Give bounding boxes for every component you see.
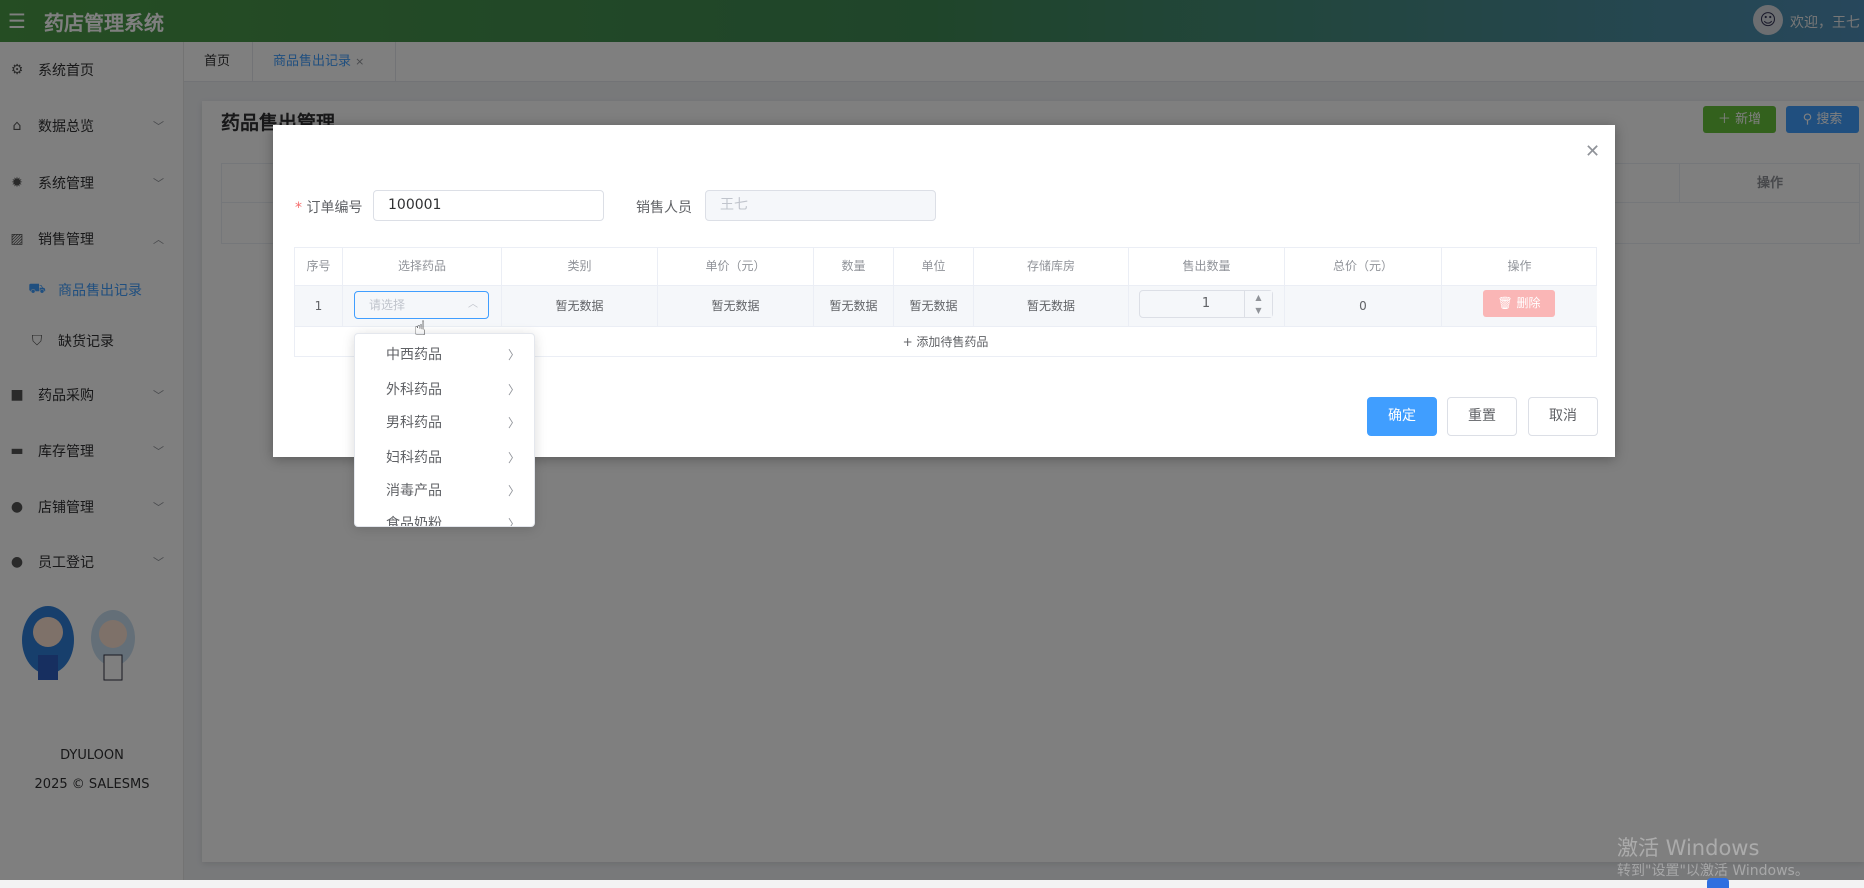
quantity-stepper[interactable]: 1 ▲ ▼ [1139, 290, 1273, 318]
delete-label: 删除 [1516, 296, 1541, 310]
option-label: 外科药品 [386, 382, 442, 398]
chevron-right-icon: 〉 [507, 517, 520, 527]
option-label: 男科药品 [386, 415, 442, 431]
label-text: 订单编号 [306, 200, 363, 216]
chevron-up-icon: ︿ [468, 299, 478, 310]
column-header: 售出数量 [1129, 248, 1285, 285]
dropdown-option[interactable]: 妇科药品 〉 [355, 441, 534, 475]
category-cell: 暂无数据 [502, 285, 658, 326]
option-label: 妇科药品 [386, 450, 442, 466]
column-header: 类别 [502, 248, 658, 285]
windows-watermark-sub: 转到"设置"以激活 Windows。 [1617, 863, 1809, 879]
unit-cell: 暂无数据 [894, 285, 974, 326]
decrease-icon[interactable]: ▼ [1245, 304, 1272, 317]
reset-button[interactable]: 重置 [1447, 397, 1517, 436]
increase-icon[interactable]: ▲ [1245, 291, 1272, 304]
column-header: 存储库房 [974, 248, 1129, 285]
chevron-right-icon: 〉 [507, 484, 520, 498]
chevron-right-icon: 〉 [507, 383, 520, 397]
dropdown-option[interactable]: 外科药品 〉 [355, 373, 534, 407]
medicine-select[interactable]: 请选择 ︿ [354, 291, 489, 319]
column-header: 数量 [814, 248, 894, 285]
column-header: 选择药品 [343, 248, 502, 285]
column-header: 操作 [1507, 259, 1532, 273]
seller-label: 销售人员 [636, 200, 692, 216]
windows-watermark: 激活 Windows [1617, 836, 1760, 860]
confirm-button[interactable]: 确定 [1367, 397, 1437, 436]
hand-cursor-icon: ☝ [414, 316, 427, 340]
stepper-arrows[interactable]: ▲ ▼ [1244, 291, 1272, 317]
trash-icon: 🗑 [1497, 296, 1513, 310]
column-header: 单位 [894, 248, 974, 285]
quantity-value: 1 [1201, 296, 1211, 311]
chevron-right-icon: 〉 [507, 416, 520, 430]
option-label: 中西药品 [386, 347, 442, 363]
dropdown-option[interactable]: 消毒产品 〉 [355, 474, 534, 508]
chevron-right-icon: 〉 [507, 451, 520, 465]
column-header: 单价（元） [658, 248, 814, 285]
row-index: 1 [295, 285, 343, 326]
stock-cell: 暂无数据 [814, 285, 894, 326]
dropdown-option[interactable]: 食品奶粉 〉 [355, 507, 534, 527]
seller-input: 王七 [705, 190, 936, 221]
delete-button[interactable]: 🗑 删除 [1483, 290, 1555, 317]
order-number-input[interactable]: 100001 [373, 190, 604, 221]
category-dropdown: 中西药品〉 外科药品〉 男科药品〉 妇科药品〉 消毒产品〉 食品奶粉〉 [354, 333, 535, 527]
column-header: 序号 [295, 248, 343, 285]
price-cell: 暂无数据 [658, 285, 814, 326]
option-label: 消毒产品 [386, 483, 442, 499]
select-placeholder: 请选择 [369, 298, 406, 312]
close-icon[interactable]: ✕ [1585, 141, 1600, 162]
cancel-button[interactable]: 取消 [1528, 397, 1598, 436]
total-cell: 0 [1285, 285, 1442, 326]
option-label: 食品奶粉 [386, 516, 442, 527]
chevron-right-icon: 〉 [507, 348, 520, 362]
dropdown-option[interactable]: 男科药品 〉 [355, 406, 534, 440]
dropdown-option[interactable]: 中西药品 〉 [355, 338, 534, 372]
order-number-label: * 订单编号 [295, 200, 363, 216]
taskbar [0, 880, 1864, 888]
ime-icon[interactable] [1707, 878, 1729, 888]
warehouse-cell: 暂无数据 [974, 285, 1129, 326]
column-header: 总价（元） [1285, 248, 1442, 285]
